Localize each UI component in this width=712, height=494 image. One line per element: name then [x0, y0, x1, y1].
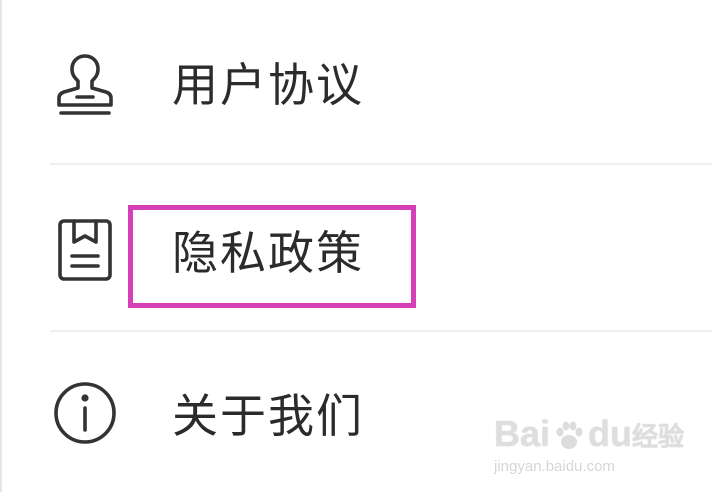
divider — [50, 163, 712, 165]
watermark-logo: Bai du经验 — [494, 413, 685, 454]
info-icon — [50, 378, 120, 448]
menu-item-label: 关于我们 — [172, 389, 364, 443]
document-icon — [50, 214, 120, 284]
highlight-box — [128, 205, 416, 308]
paw-icon — [556, 421, 583, 450]
menu-item-label: 用户协议 — [172, 58, 364, 112]
user-stamp-icon — [50, 50, 120, 120]
menu-item-user-agreement[interactable]: 用户协议 — [0, 4, 712, 164]
baidu-jingyan-watermark: Bai du经验 jingyan.baidu.com — [494, 408, 684, 478]
watermark-url: jingyan.baidu.com — [494, 458, 615, 475]
divider — [50, 330, 712, 332]
